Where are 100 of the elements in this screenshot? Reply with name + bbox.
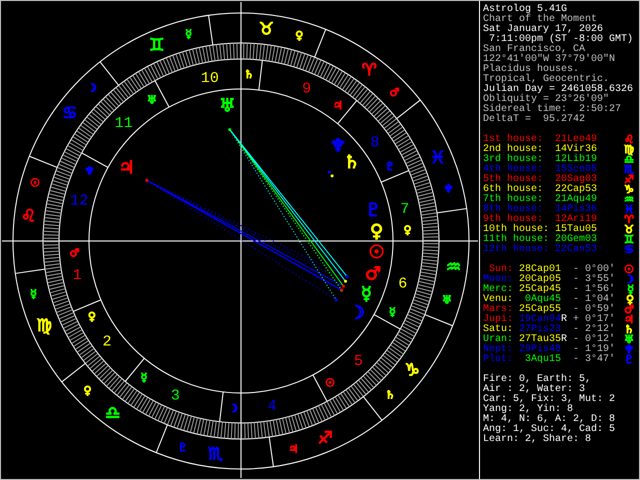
sign-glyph: ♊ bbox=[624, 235, 634, 245]
planet-glyph: ♅ bbox=[624, 335, 634, 345]
ruler-glyph: ☉ bbox=[30, 176, 40, 190]
sign-glyph: ♑ bbox=[624, 185, 634, 195]
planet-glyph: ♇ bbox=[624, 355, 634, 365]
planet-glyph: ♂ bbox=[365, 263, 382, 284]
planet-glyph: ☿ bbox=[627, 285, 634, 295]
planet-position: 25Cap45 bbox=[518, 285, 561, 295]
house-position: 12Lib19 bbox=[555, 155, 598, 165]
planet-glyph: ♃ bbox=[624, 315, 634, 325]
house-label: 4th house: bbox=[483, 165, 544, 175]
house-label: 8th house: bbox=[483, 205, 544, 215]
planet-offset: - 1°56' bbox=[573, 285, 616, 295]
planet-glyph: ♄ bbox=[624, 325, 634, 335]
zodiac-sign-glyph: ♒ bbox=[446, 257, 462, 278]
zodiac-sign-glyph: ♈ bbox=[362, 60, 377, 81]
planet-offset: + 0°17' bbox=[573, 315, 616, 325]
ruler-glyph: ☽ bbox=[86, 82, 97, 95]
house-number: 3 bbox=[170, 388, 180, 405]
house-label: 10th house: bbox=[483, 225, 550, 235]
house-number: 9 bbox=[302, 80, 312, 98]
house-label: 6th house: bbox=[483, 185, 544, 195]
stats-text: Air : 2, Water: 3 bbox=[483, 385, 586, 395]
info-text: Placidus houses. bbox=[483, 65, 580, 75]
planet-glyph: ☽ bbox=[624, 275, 634, 285]
planet-glyph: ♆ bbox=[330, 136, 346, 157]
info-text: Sidereal time: 2:50:27 bbox=[483, 105, 622, 115]
planet-position: 28Cap01 bbox=[518, 265, 561, 275]
planet-glyph: ♀ bbox=[626, 295, 634, 305]
zodiac-sign-glyph: ♍ bbox=[36, 316, 52, 336]
house-number: 2 bbox=[102, 334, 112, 351]
house-number: 6 bbox=[398, 276, 408, 293]
house-ruler-glyph: ☉ bbox=[325, 376, 335, 390]
info-text: 7:11:00pm (ST -8:00 GMT) bbox=[489, 35, 634, 45]
house-label: 7th house: bbox=[483, 195, 544, 205]
sign-glyph: ♈ bbox=[624, 215, 634, 225]
planet-offset: - 0°59' bbox=[573, 305, 616, 315]
retrograde-mark: R bbox=[561, 335, 567, 345]
house-number: 1 bbox=[72, 266, 82, 284]
info-text: DeltaT = 95.2742 bbox=[483, 115, 586, 125]
house-ruler-glyph: ♀ bbox=[88, 310, 96, 324]
house-position: 20Sag03 bbox=[555, 175, 598, 185]
planet-name: Mars: bbox=[483, 305, 513, 315]
planet-glyph: ♂ bbox=[624, 305, 634, 315]
info-text: San Francisco, CA bbox=[483, 45, 586, 55]
house-position: 22Can53 bbox=[555, 245, 598, 255]
planet-name: Satu: bbox=[483, 325, 513, 335]
house-ruler-glyph: ☽ bbox=[228, 402, 238, 415]
house-ruler-glyph: ♄ bbox=[244, 68, 254, 82]
house-ruler-glyph: ♇ bbox=[385, 160, 396, 173]
house-number: 7 bbox=[400, 201, 410, 218]
zodiac-sign-glyph: ♐ bbox=[318, 428, 333, 449]
stats-text: M: 4, N: 6, A: 2, D: 8 bbox=[483, 415, 616, 425]
ruler-glyph: ♅ bbox=[442, 293, 452, 306]
planet-name: Plut: bbox=[483, 355, 513, 365]
zodiac-sign-glyph: ♉ bbox=[258, 20, 274, 40]
house-ruler-glyph: ♆ bbox=[84, 164, 94, 178]
house-label: 12th house: bbox=[483, 245, 550, 255]
planet-offset: - 3°55' bbox=[573, 275, 616, 285]
planet-glyph: ♄ bbox=[344, 152, 360, 173]
info-text: 122°41'00"W 37°79'00"N bbox=[483, 55, 616, 65]
stats-text: Car: 5, Fix: 3, Mut: 2 bbox=[483, 395, 616, 405]
house-ruler-glyph: ♃ bbox=[333, 99, 343, 112]
planet-glyph: ♇ bbox=[365, 200, 382, 221]
house-position: 14Pis36 bbox=[555, 205, 598, 215]
house-number: 10 bbox=[200, 70, 219, 87]
zodiac-sign-glyph: ♑ bbox=[404, 360, 420, 380]
planet-name: Sun: bbox=[488, 265, 513, 275]
planet-position: 0Aqu45 bbox=[524, 295, 561, 305]
house-label: 5th house: bbox=[483, 175, 544, 185]
planet-glyph: ♆ bbox=[624, 345, 634, 355]
planet-position: 29Pis48 bbox=[518, 345, 561, 355]
planet-name: Nept: bbox=[483, 345, 513, 355]
house-number: 11 bbox=[114, 115, 133, 132]
retrograde-mark: R bbox=[561, 315, 567, 325]
sign-glyph: ♐ bbox=[624, 175, 634, 185]
planet-name: Merc: bbox=[483, 285, 513, 295]
info-text: Sat January 17, 2026 bbox=[483, 25, 604, 35]
planet-glyph: ☉ bbox=[624, 265, 634, 275]
info-text: Julian Day = 2461058.6326 bbox=[483, 85, 634, 95]
planet-offset: - 0°00' bbox=[573, 265, 616, 275]
house-ruler-glyph: ☿ bbox=[389, 305, 396, 318]
ruler-glyph: ♆ bbox=[444, 182, 454, 196]
zodiac-sign-glyph: ♋ bbox=[62, 104, 78, 124]
stats-text: Learn: 2, Share: 8 bbox=[483, 435, 592, 445]
stats-text: Fire: 0, Earth: 5, bbox=[483, 375, 592, 385]
ruler-glyph: ♀ bbox=[84, 384, 92, 398]
house-position: 15Sco05 bbox=[555, 165, 598, 175]
info-text: Astrolog 5.41G bbox=[483, 5, 568, 15]
planet-glyph: ☽ bbox=[348, 302, 365, 324]
house-number: 12 bbox=[70, 192, 88, 210]
house-label: 1st house: bbox=[483, 135, 544, 145]
ruler-glyph: ☿ bbox=[30, 287, 37, 300]
house-position: 20Gem03 bbox=[555, 235, 598, 245]
planet-glyph: ☿ bbox=[360, 284, 372, 305]
house-position: 22Cap53 bbox=[555, 185, 598, 195]
house-number: 8 bbox=[370, 134, 380, 152]
house-label: 11th house: bbox=[483, 235, 550, 245]
sign-glyph: ♍ bbox=[624, 145, 634, 155]
house-label: 9th house: bbox=[483, 215, 544, 225]
